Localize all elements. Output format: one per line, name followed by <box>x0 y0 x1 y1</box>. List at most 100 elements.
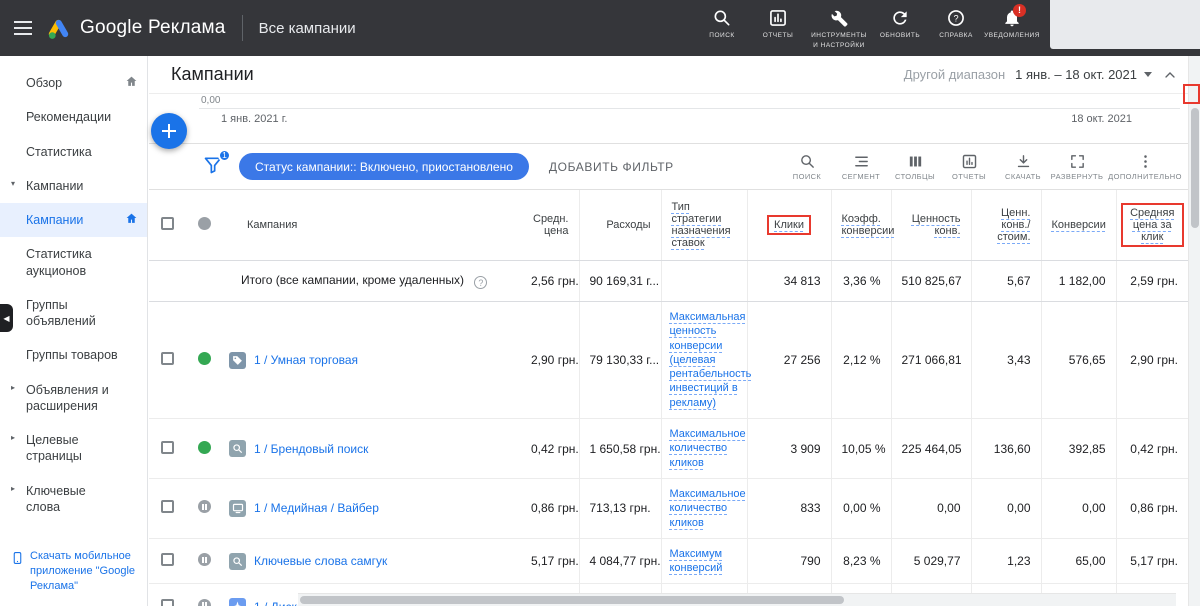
select-all-checkbox[interactable] <box>160 216 174 230</box>
column-header-avg-price[interactable]: Средн. цена <box>533 213 569 237</box>
column-header-conv-value[interactable]: Ценность конв. <box>912 213 961 237</box>
totals-avg-price: 2,56 грн. <box>521 260 579 302</box>
row-checkbox[interactable] <box>160 352 174 366</box>
avg-price-cell: 5,17 грн. <box>521 538 579 585</box>
filter-count-badge: 1 <box>218 148 231 162</box>
sidebar-item-overview[interactable]: Обзор <box>0 66 147 100</box>
horizontal-scrollbar-thumb[interactable] <box>300 596 845 604</box>
clicks-cell: 790 <box>746 538 831 585</box>
campaign-status-filter-chip[interactable]: Статус кампании:: Включено, приостановле… <box>239 153 529 180</box>
sidebar-section-keywords[interactable]: ▸ Ключевые слова <box>0 474 147 525</box>
add-filter-button[interactable]: ДОБАВИТЬ ФИЛЬТР <box>549 160 674 174</box>
topbar-notifications-button[interactable]: УВЕДОМЛЕНИЯ ! <box>984 2 1040 45</box>
sidebar-item-campaigns[interactable]: Кампании <box>0 203 147 238</box>
conv-rate-cell: 2,12 % <box>830 301 891 420</box>
bid-strategy-cell[interactable]: Максимальное количество кликов <box>660 418 747 479</box>
more-options-button[interactable]: ДОПОЛНИТЕЛЬНО <box>1104 149 1186 185</box>
campaign-status-icon[interactable] <box>197 553 211 567</box>
reports-icon <box>962 154 976 168</box>
columns-button[interactable]: СТОЛБЦЫ <box>888 149 942 185</box>
chevron-right-icon: ▸ <box>11 483 16 493</box>
column-header-clicks[interactable]: Клики <box>774 219 804 231</box>
account-area[interactable] <box>1050 0 1200 49</box>
avg-cpc-cell: 5,17 грн. <box>1115 538 1188 585</box>
menu-icon[interactable] <box>0 0 46 56</box>
bid-strategy-cell[interactable]: Максимальная ценность конверсии (целевая… <box>660 301 751 420</box>
row-checkbox[interactable] <box>160 598 174 606</box>
status-column-icon[interactable] <box>197 216 211 230</box>
column-header-conversions[interactable]: Конверсии <box>1052 219 1106 231</box>
sidebar-section-campaigns[interactable]: ▾ Кампании <box>0 169 147 203</box>
avg-cpc-annotation-box: Средняя цена за клик <box>1120 202 1184 247</box>
row-checkbox[interactable] <box>160 500 174 514</box>
chevron-down-icon: ▾ <box>11 178 16 188</box>
collapse-chart-icon[interactable] <box>1162 67 1178 83</box>
conv-rate-cell: 0,00 % <box>830 478 891 539</box>
campaign-type-icon <box>229 598 246 606</box>
cost-cell: 4 084,77 грн. <box>578 538 661 585</box>
download-mobile-app-link[interactable]: Скачать мобильное приложение "Google Рек… <box>0 549 147 594</box>
segment-icon <box>854 156 868 166</box>
value-per-cost-cell: 136,60 <box>970 418 1041 479</box>
filter-funnel[interactable]: 1 <box>203 148 231 179</box>
vertical-scrollbar[interactable] <box>1188 56 1200 606</box>
campaign-type-icon <box>229 351 246 369</box>
download-button[interactable]: СКАЧАТЬ <box>996 149 1050 185</box>
topbar-search-button[interactable]: ПОИСК <box>694 2 750 45</box>
plus-icon <box>162 124 176 138</box>
column-header-cost[interactable]: Расходы <box>606 219 650 231</box>
chart-start-date: 1 янв. 2021 г. <box>221 113 288 125</box>
column-header-value-per-cost[interactable]: Ценн. конв./стоим. <box>997 207 1030 243</box>
expand-button[interactable]: РАЗВЕРНУТЬ <box>1050 149 1104 185</box>
new-campaign-button[interactable] <box>151 113 187 149</box>
conv-rate-cell: 10,05 % <box>830 418 891 479</box>
campaign-name-link[interactable]: Ключевые слова самгук <box>254 554 387 568</box>
campaigns-table: Кампания Средн. цена Расходы Тип стратег… <box>149 190 1188 606</box>
campaign-status-icon[interactable] <box>197 598 211 606</box>
topbar-refresh-button[interactable]: ОБНОВИТЬ <box>872 2 928 45</box>
horizontal-scrollbar[interactable] <box>298 593 1176 606</box>
sidebar-section-landing-pages[interactable]: ▸ Целевые страницы <box>0 423 147 474</box>
sidebar-item-product-groups[interactable]: Группы товаров <box>0 338 147 372</box>
totals-avg-cpc: 2,59 грн. <box>1115 260 1188 302</box>
totals-row: Итого (все кампании, кроме удаленных) ? … <box>149 260 1188 302</box>
date-range-picker[interactable]: 1 янв. – 18 окт. 2021 <box>1015 67 1152 82</box>
value-per-cost-cell: 0,00 <box>970 478 1041 539</box>
search-icon <box>714 10 730 26</box>
topbar-help-button[interactable]: ? СПРАВКА <box>928 2 984 45</box>
topbar-tools-button[interactable]: ИНСТРУМЕНТЫ И НАСТРОЙКИ <box>806 2 872 55</box>
column-header-bid-strategy[interactable]: Тип стратегии назначения ставок <box>672 201 731 249</box>
column-header-campaign[interactable]: Кампания <box>247 219 297 231</box>
campaign-name-link[interactable]: 1 / Умная торговая <box>254 353 358 367</box>
campaign-status-icon[interactable] <box>197 440 211 454</box>
campaign-name-link[interactable]: 1 / Медийная / Вайбер <box>254 501 379 515</box>
reports-button[interactable]: ОТЧЕТЫ <box>942 149 996 185</box>
sidebar-item-auction-insights[interactable]: Статистика аукционов <box>0 237 147 288</box>
sidebar-collapse-handle[interactable]: ◀ <box>0 304 13 332</box>
row-checkbox[interactable] <box>160 553 174 567</box>
avg-cpc-cell: 0,42 грн. <box>1115 418 1188 479</box>
columns-icon <box>909 156 921 166</box>
bid-strategy-cell[interactable]: Максимум конверсий <box>660 538 747 585</box>
bid-strategy-cell[interactable]: Максимальное количество кликов <box>660 478 747 539</box>
table-search-button[interactable]: ПОИСК <box>780 149 834 185</box>
column-header-avg-cpc[interactable]: Средняя цена за клик <box>1130 207 1174 243</box>
sidebar-item-insights[interactable]: Статистика <box>0 135 147 169</box>
sidebar-item-ad-groups[interactable]: Группы объявлений <box>0 288 147 339</box>
avg-cpc-cell: 2,90 грн. <box>1115 301 1188 420</box>
campaign-status-icon[interactable] <box>197 500 211 514</box>
column-header-conv-rate[interactable]: Коэфф. конверсии <box>842 213 895 237</box>
row-checkbox[interactable] <box>160 440 174 454</box>
help-icon[interactable]: ? <box>474 276 488 289</box>
campaign-name-link[interactable]: 1 / Брендовый поиск <box>254 442 368 456</box>
sidebar-section-ads-extensions[interactable]: ▸ Объявления и расширения <box>0 373 147 424</box>
campaign-status-icon[interactable] <box>197 352 211 366</box>
topbar-reports-button[interactable]: ОТЧЕТЫ <box>750 2 806 45</box>
google-ads-logo[interactable]: Google Реклама <box>46 16 226 40</box>
performance-chart[interactable]: 0,00 1 янв. 2021 г. 18 окт. 2021 <box>149 94 1188 144</box>
avg-cpc-cell: 0,86 грн. <box>1115 478 1188 539</box>
filter-bar: 1 Статус кампании:: Включено, приостанов… <box>149 144 1188 190</box>
vertical-scrollbar-thumb[interactable] <box>1191 108 1199 228</box>
sidebar-item-recommendations[interactable]: Рекомендации <box>0 100 147 134</box>
segment-button[interactable]: СЕГМЕНТ <box>834 149 888 185</box>
